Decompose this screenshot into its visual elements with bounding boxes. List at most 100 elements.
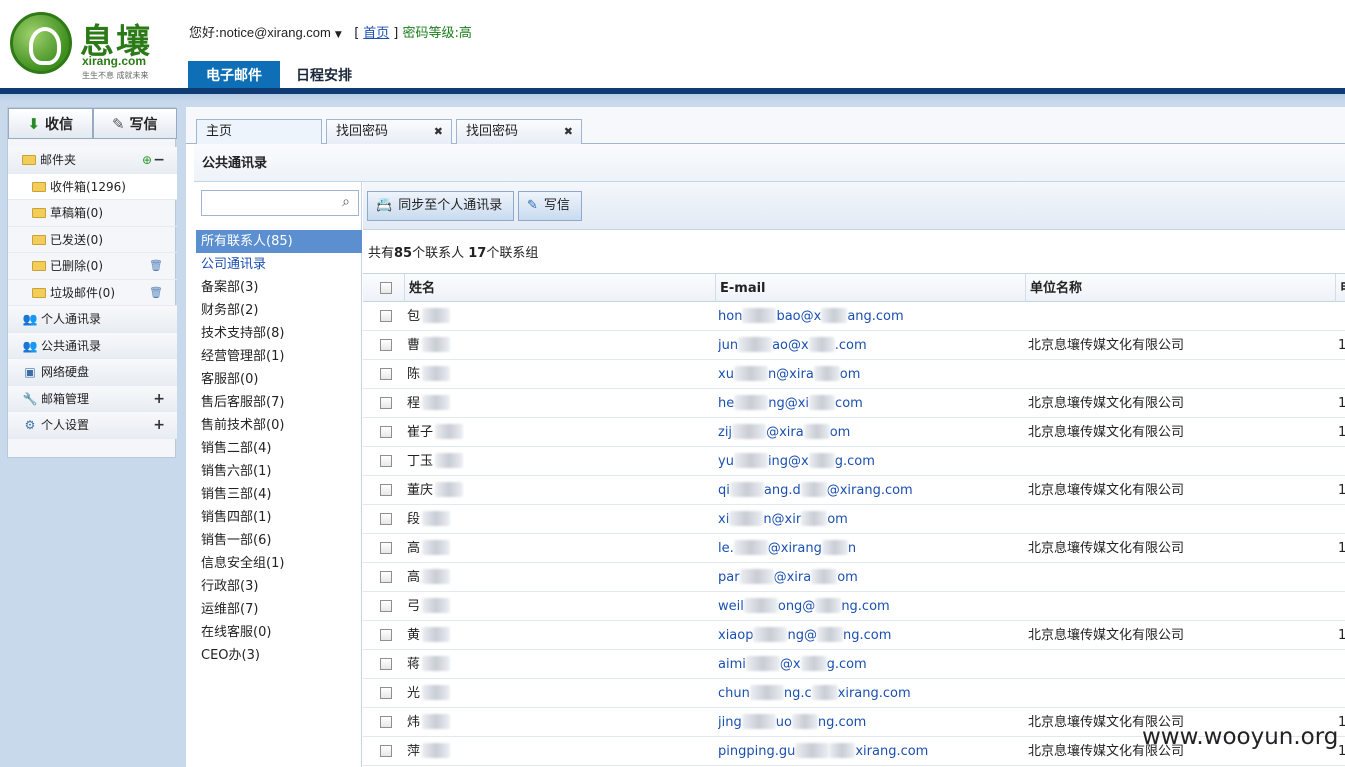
sidebar-item-drafts[interactable]: 草稿箱(0): [8, 200, 177, 227]
contact-name[interactable]: 陈: [407, 360, 707, 388]
sidebar-item-spam[interactable]: 垃圾邮件(0) 🗑: [8, 280, 177, 306]
row-checkbox[interactable]: [380, 745, 392, 757]
table-row[interactable]: 蒋 aimi @x g.com: [363, 650, 1345, 679]
group-item[interactable]: 销售三部(4): [196, 483, 362, 506]
search-input[interactable]: [206, 192, 336, 214]
close-icon[interactable]: ✖: [434, 120, 443, 144]
contact-name[interactable]: 萍: [407, 737, 707, 765]
contact-email[interactable]: par @xira om: [718, 563, 1023, 591]
table-row[interactable]: 黄 xiaop ng@ ng.com 北京息壤传媒文化有限公司 1: [363, 621, 1345, 650]
contact-name[interactable]: 包: [407, 302, 707, 330]
user-email-menu[interactable]: notice@xirang.com: [219, 25, 330, 40]
row-checkbox[interactable]: [380, 368, 392, 380]
group-item[interactable]: 行政部(3): [196, 575, 362, 598]
receive-button[interactable]: ⬇ 收信: [8, 108, 93, 139]
sidebar-item-public-contacts[interactable]: 👥 公共通讯录: [8, 332, 177, 359]
caret-down-icon[interactable]: ▼: [335, 30, 342, 40]
sidebar-item-folders[interactable]: 邮件夹 ⊕ −: [8, 147, 177, 174]
tab-home[interactable]: 主页: [196, 119, 322, 145]
table-row[interactable]: 弓 weil ong@ ng.com: [363, 592, 1345, 621]
table-row[interactable]: 高 le. @xirang n 北京息壤传媒文化有限公司 1: [363, 534, 1345, 563]
contact-email[interactable]: jing uo ng.com: [718, 708, 1023, 736]
group-item[interactable]: 销售二部(4): [196, 437, 362, 460]
group-item[interactable]: 所有联系人(85): [196, 230, 362, 253]
row-checkbox[interactable]: [380, 513, 392, 525]
contact-name[interactable]: 蒋: [407, 650, 707, 678]
contact-name[interactable]: 崔子: [407, 418, 707, 446]
sidebar-item-personal-settings[interactable]: ⚙ 个人设置 +: [8, 412, 177, 439]
group-item[interactable]: 技术支持部(8): [196, 322, 362, 345]
contact-name[interactable]: 程: [407, 389, 707, 417]
row-checkbox[interactable]: [380, 455, 392, 467]
contact-name[interactable]: 丁玉: [407, 447, 707, 475]
group-item[interactable]: 售前技术部(0): [196, 414, 362, 437]
contact-email[interactable]: le. @xirang n: [718, 534, 1023, 562]
table-row[interactable]: 高 par @xira om: [363, 563, 1345, 592]
column-name[interactable]: 姓名: [404, 274, 715, 302]
xirang-logo[interactable]: 息壤 xirang.com 生生不息 成就未来: [8, 10, 178, 82]
contact-name[interactable]: 段: [407, 505, 707, 533]
contact-email[interactable]: chun ng.c xirang.com: [718, 679, 1023, 707]
contact-email[interactable]: weil ong@ ng.com: [718, 592, 1023, 620]
tab-recover-password-1[interactable]: 找回密码 ✖: [326, 119, 452, 145]
contact-email[interactable]: pingping.gu xirang.com: [718, 737, 1023, 765]
contact-name[interactable]: 曹: [407, 331, 707, 359]
table-row[interactable]: 崔子 zij @xira om 北京息壤传媒文化有限公司 1: [363, 418, 1345, 447]
row-checkbox[interactable]: [380, 484, 392, 496]
column-phone[interactable]: 电: [1335, 274, 1345, 302]
contact-email[interactable]: xu n@xira om: [718, 360, 1023, 388]
contact-name[interactable]: 弓: [407, 592, 707, 620]
row-checkbox[interactable]: [380, 310, 392, 322]
row-checkbox[interactable]: [380, 542, 392, 554]
group-item[interactable]: 财务部(2): [196, 299, 362, 322]
sidebar-item-net-disk[interactable]: ▣ 网络硬盘: [8, 359, 177, 386]
table-row[interactable]: 董庆 qi ang.d @xirang.com 北京息壤传媒文化有限公司 1: [363, 476, 1345, 505]
table-row[interactable]: 段 xi n@xir om: [363, 505, 1345, 534]
group-item[interactable]: 经营管理部(1): [196, 345, 362, 368]
contact-email[interactable]: xiaop ng@ ng.com: [718, 621, 1023, 649]
contact-name[interactable]: 炜: [407, 708, 707, 736]
group-item[interactable]: 销售四部(1): [196, 506, 362, 529]
expand-plus-icon[interactable]: +: [153, 386, 165, 412]
table-row[interactable]: 曹 jun ao@x .com 北京息壤传媒文化有限公司 1: [363, 331, 1345, 360]
contact-email[interactable]: zij @xira om: [718, 418, 1023, 446]
tab-recover-password-2[interactable]: 找回密码 ✖: [456, 119, 582, 145]
group-item[interactable]: 备案部(3): [196, 276, 362, 299]
close-icon[interactable]: ✖: [564, 120, 573, 144]
column-org[interactable]: 单位名称: [1025, 274, 1335, 302]
row-checkbox[interactable]: [380, 600, 392, 612]
group-item[interactable]: 公司通讯录: [196, 253, 362, 276]
contact-name[interactable]: 黄: [407, 621, 707, 649]
write-mail-button[interactable]: ✎ 写信: [518, 191, 582, 221]
tab-email[interactable]: 电子邮件: [188, 61, 280, 89]
select-all-checkbox[interactable]: [380, 282, 392, 294]
contact-email[interactable]: aimi @x g.com: [718, 650, 1023, 678]
row-checkbox[interactable]: [380, 571, 392, 583]
sync-to-personal-button[interactable]: 📇 同步至个人通讯录: [367, 191, 514, 221]
group-item[interactable]: 信息安全组(1): [196, 552, 362, 575]
row-checkbox[interactable]: [380, 687, 392, 699]
row-checkbox[interactable]: [380, 629, 392, 641]
contact-search[interactable]: ⌕: [201, 190, 359, 216]
sidebar-item-personal-contacts[interactable]: 👥 个人通讯录: [8, 306, 177, 333]
contact-email[interactable]: xi n@xir om: [718, 505, 1023, 533]
table-row[interactable]: 光 chun ng.c xirang.com: [363, 679, 1345, 708]
contact-email[interactable]: hon bao@x ang.com: [718, 302, 1023, 330]
sidebar-item-sent[interactable]: 已发送(0): [8, 227, 177, 253]
row-checkbox[interactable]: [380, 716, 392, 728]
home-link[interactable]: 首页: [363, 26, 389, 41]
group-item[interactable]: 售后客服部(7): [196, 391, 362, 414]
group-item[interactable]: CEO办(3): [196, 644, 362, 667]
contact-name[interactable]: 董庆: [407, 476, 707, 504]
group-item[interactable]: 销售一部(6): [196, 529, 362, 552]
group-item[interactable]: 运维部(7): [196, 598, 362, 621]
group-item[interactable]: 销售六部(1): [196, 460, 362, 483]
write-button[interactable]: ✎ 写信: [92, 108, 177, 139]
contact-email[interactable]: jun ao@x .com: [718, 331, 1023, 359]
row-checkbox[interactable]: [380, 426, 392, 438]
row-checkbox[interactable]: [380, 339, 392, 351]
search-icon[interactable]: ⌕: [342, 194, 350, 210]
table-row[interactable]: 陈 xu n@xira om: [363, 360, 1345, 389]
sidebar-item-deleted[interactable]: 已删除(0) 🗑: [8, 253, 177, 280]
contact-name[interactable]: 高: [407, 563, 707, 591]
